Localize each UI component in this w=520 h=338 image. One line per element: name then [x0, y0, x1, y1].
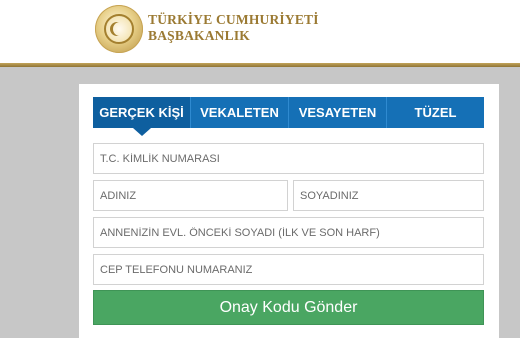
tab-vekaleten[interactable]: VEKALETEN	[190, 97, 288, 128]
tab-tuzel[interactable]: TÜZEL	[386, 97, 484, 128]
crescent-icon	[113, 22, 127, 36]
brand-title[interactable]: TÜRKİYE CUMHURİYETİ BAŞBAKANLIK	[148, 12, 319, 44]
emblem-inner	[104, 14, 134, 44]
emblem-logo[interactable]	[95, 5, 143, 53]
tab-vesayeten[interactable]: VESAYETEN	[288, 97, 386, 128]
mother-maiden-name-input[interactable]	[93, 217, 484, 248]
tab-gercek-kisi[interactable]: GERÇEK KİŞİ	[93, 97, 190, 128]
name-input[interactable]	[93, 180, 288, 211]
brand-line-1: TÜRKİYE CUMHURİYETİ	[148, 12, 319, 27]
phone-input[interactable]	[93, 254, 484, 285]
send-code-button[interactable]: Onay Kodu Gönder	[93, 290, 484, 325]
tc-kimlik-input[interactable]	[93, 143, 484, 174]
surname-input[interactable]	[293, 180, 484, 211]
site-header: TÜRKİYE CUMHURİYETİ BAŞBAKANLIK	[0, 0, 520, 63]
applicant-type-tabs: GERÇEK KİŞİ VEKALETEN VESAYETEN TÜZEL	[93, 97, 484, 128]
header-divider	[0, 63, 520, 67]
active-tab-pointer	[133, 128, 151, 136]
brand-line-2: BAŞBAKANLIK	[148, 28, 250, 43]
